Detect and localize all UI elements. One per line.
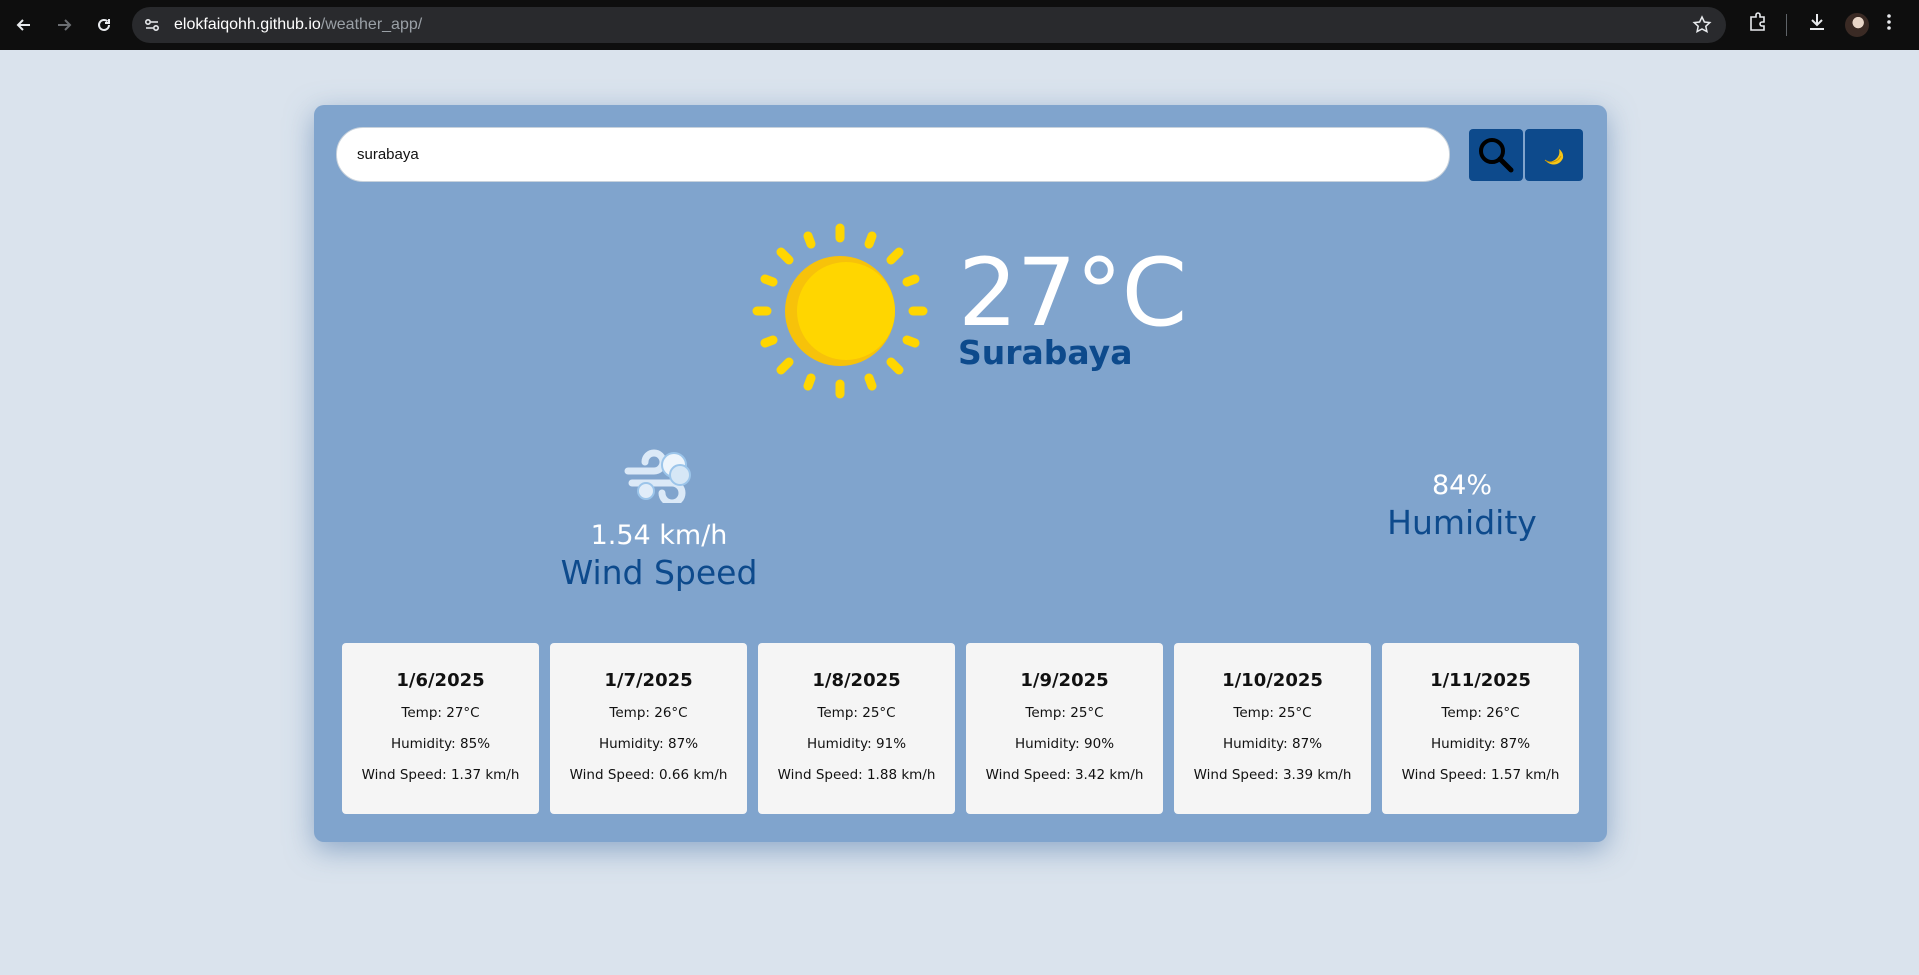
forecast-date: 1/6/2025 xyxy=(396,670,485,691)
forecast-temp: Temp: 25°C xyxy=(1233,705,1312,721)
dark-mode-toggle[interactable] xyxy=(1525,129,1583,181)
moon-icon xyxy=(1544,149,1564,165)
forward-arrow-icon xyxy=(58,19,72,31)
city-name: Surabaya xyxy=(958,333,1133,372)
site-settings-icon[interactable] xyxy=(142,15,162,35)
forecast-wind: Wind Speed: 3.39 km/h xyxy=(1193,767,1352,783)
city-search-input[interactable] xyxy=(336,127,1450,182)
reload-icon xyxy=(98,18,110,31)
forecast-wind: Wind Speed: 0.66 km/h xyxy=(569,767,728,783)
forecast-card: 1/8/2025 Temp: 25°C Humidity: 91% Wind S… xyxy=(758,643,955,814)
weather-card: 27°C Surabaya 1.54 km/h Wind Speed 84% H… xyxy=(314,105,1607,842)
browser-toolbar: elokfaiqohh.github.io/weather_app/ xyxy=(0,0,1919,50)
forecast-wind: Wind Speed: 3.42 km/h xyxy=(985,767,1144,783)
sun-icon xyxy=(752,223,928,399)
forecast-humidity: Humidity: 87% xyxy=(598,736,699,752)
search-button[interactable] xyxy=(1469,129,1523,181)
humidity-value: 84% xyxy=(1431,470,1492,501)
forecast-humidity: Humidity: 85% xyxy=(390,736,491,752)
address-bar[interactable]: elokfaiqohh.github.io/weather_app/ xyxy=(132,7,1726,43)
forward-button[interactable] xyxy=(50,11,78,39)
forecast-card: 1/11/2025 Temp: 26°C Humidity: 87% Wind … xyxy=(1382,643,1579,814)
forecast-temp: Temp: 25°C xyxy=(817,705,896,721)
menu-kebab-icon[interactable] xyxy=(1885,11,1893,33)
forecast-date: 1/11/2025 xyxy=(1430,670,1531,691)
toolbar-divider xyxy=(1786,14,1787,36)
extensions-icon[interactable] xyxy=(1747,11,1769,33)
back-button[interactable] xyxy=(10,11,38,39)
forecast-humidity: Humidity: 91% xyxy=(806,736,907,752)
forecast-wind: Wind Speed: 1.37 km/h xyxy=(361,767,520,783)
url-host: elokfaiqohh.github.io xyxy=(174,16,321,33)
reload-button[interactable] xyxy=(90,11,118,39)
back-arrow-icon xyxy=(16,19,30,31)
forecast-card: 1/10/2025 Temp: 25°C Humidity: 87% Wind … xyxy=(1174,643,1371,814)
forecast-temp: Temp: 26°C xyxy=(1441,705,1520,721)
bookmark-star-icon[interactable] xyxy=(1692,15,1712,35)
forecast-humidity: Humidity: 90% xyxy=(1014,736,1115,752)
forecast-temp: Temp: 26°C xyxy=(609,705,688,721)
forecast-wind: Wind Speed: 1.57 km/h xyxy=(1401,767,1560,783)
forecast-humidity: Humidity: 87% xyxy=(1430,736,1531,752)
url-path: /weather_app/ xyxy=(320,16,423,33)
forecast-date: 1/9/2025 xyxy=(1020,670,1109,691)
search-icon xyxy=(1479,138,1514,173)
profile-avatar[interactable] xyxy=(1845,13,1869,37)
wind-icon xyxy=(624,449,691,503)
humidity-label: Humidity xyxy=(1387,503,1537,542)
forecast-wind: Wind Speed: 1.88 km/h xyxy=(777,767,936,783)
forecast-temp: Temp: 25°C xyxy=(1025,705,1104,721)
forecast-date: 1/7/2025 xyxy=(604,670,693,691)
forecast-card: 1/9/2025 Temp: 25°C Humidity: 90% Wind S… xyxy=(966,643,1163,814)
forecast-card: 1/7/2025 Temp: 26°C Humidity: 87% Wind S… xyxy=(550,643,747,814)
forecast-list: 1/6/2025 Temp: 27°C Humidity: 85% Wind S… xyxy=(342,643,1579,814)
forecast-card: 1/6/2025 Temp: 27°C Humidity: 85% Wind S… xyxy=(342,643,539,814)
wind-speed-label: Wind Speed xyxy=(560,553,758,592)
forecast-temp: Temp: 27°C xyxy=(401,705,480,721)
forecast-date: 1/8/2025 xyxy=(812,670,901,691)
download-icon[interactable] xyxy=(1806,11,1828,33)
forecast-humidity: Humidity: 87% xyxy=(1222,736,1323,752)
wind-speed-value: 1.54 km/h xyxy=(590,520,728,551)
url-text: elokfaiqohh.github.io/weather_app/ xyxy=(174,16,422,34)
forecast-date: 1/10/2025 xyxy=(1222,670,1323,691)
